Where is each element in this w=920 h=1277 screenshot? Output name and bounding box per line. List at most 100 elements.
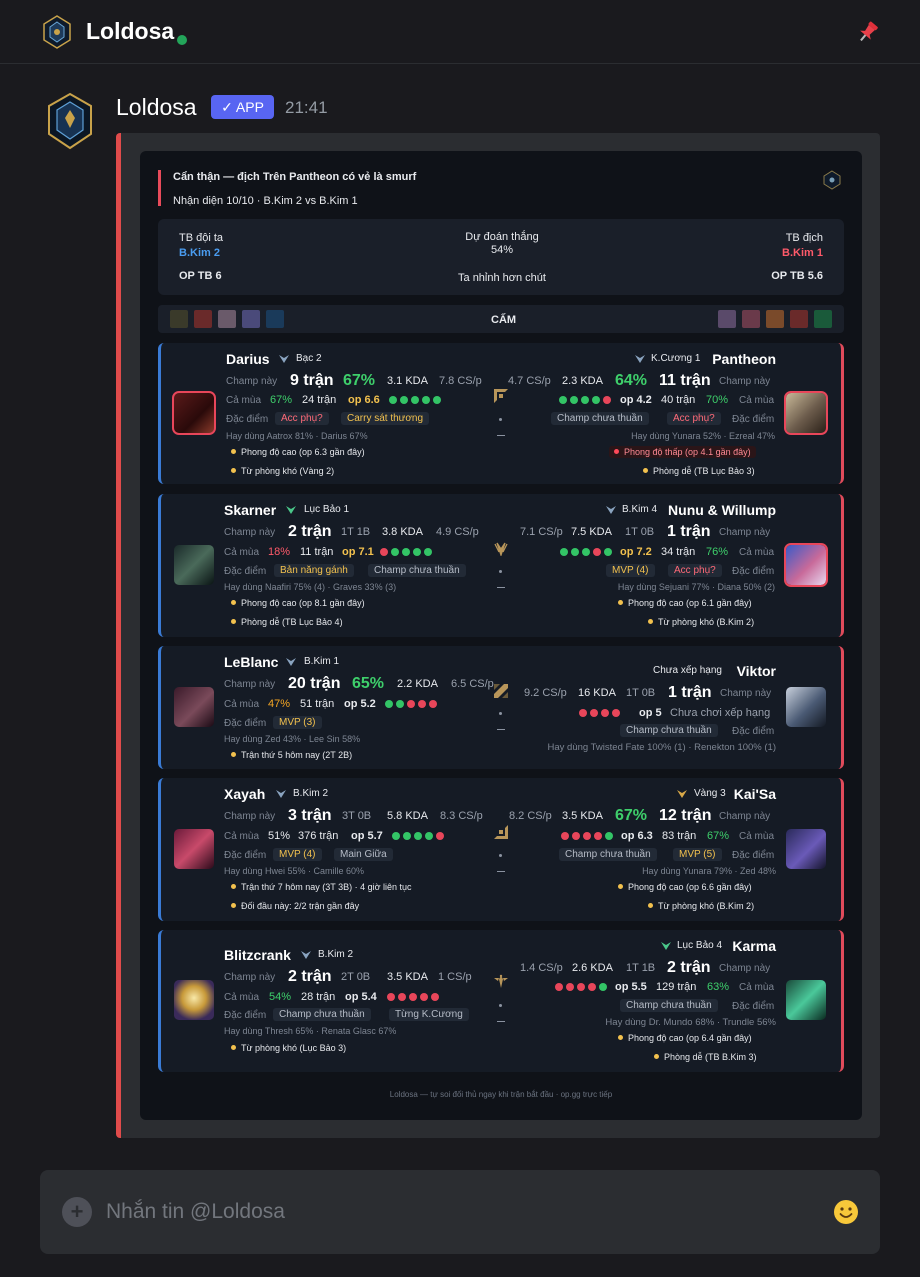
ally-champion-name: Xayah [224, 786, 266, 802]
season-label: Cả mùa [739, 547, 775, 558]
insight-note: Trận thứ 5 hôm nay (2T 2B) [231, 750, 352, 760]
enemy-avg-label: TB địch [785, 232, 823, 244]
ban-portrait [266, 310, 284, 328]
jungle-lane-icon [494, 542, 508, 556]
enemy-champion-name: Kai'Sa [733, 786, 776, 802]
enemy-rank: Vàng 3 [694, 788, 726, 799]
champ-games: 9 trận [290, 372, 334, 389]
insight-note: Phong độ cao (op 8.1 gần đây) [231, 598, 365, 608]
win-dot [396, 700, 404, 708]
loss-dot [590, 709, 598, 717]
season-games: 129 trận [656, 981, 697, 993]
season-label: Cả mùa [739, 395, 775, 406]
champ-cs: 8.3 CS/p [440, 810, 483, 822]
loss-dot [380, 548, 388, 556]
recent-form [555, 983, 607, 991]
ally-champion-name: LeBlanc [224, 654, 279, 670]
trait-label: Đặc điểm [732, 726, 775, 737]
bans-label: CẤM [491, 314, 517, 326]
insight-note: Phong độ cao (op 6.3 gần đây) [231, 447, 365, 457]
op-score: op 5.4 [345, 991, 377, 1003]
win-dot [559, 396, 567, 404]
champion-portrait-pantheon [784, 391, 828, 435]
win-dot [391, 548, 399, 556]
champ-kda: 5.8 KDA [387, 810, 428, 822]
champ-kda: 2.3 KDA [562, 375, 603, 387]
loss-dot [418, 700, 426, 708]
loss-dot [555, 983, 563, 991]
recent-form [559, 396, 611, 404]
win-dot [389, 396, 397, 404]
champ-games: 2 trận [288, 523, 332, 540]
season-winrate: 47% [268, 698, 291, 710]
champ-kda: 3.8 KDA [382, 526, 423, 538]
season-games: 34 trận [661, 546, 696, 558]
trait-label: Đặc điểm [732, 850, 775, 861]
ally-avg-label: TB đội ta [179, 232, 224, 244]
loss-dot [429, 700, 437, 708]
enemy-champion-name: Nunu & Willump [668, 502, 776, 518]
pin-icon[interactable] [855, 19, 881, 50]
season-label: Cả mùa [226, 395, 262, 406]
trait-label: Đặc điểm [732, 414, 775, 425]
ally-champion-name: Skarner [224, 502, 277, 518]
ally-rank: Lục Bảo 1 [304, 504, 350, 515]
loss-dot [593, 548, 601, 556]
emoji-picker-icon[interactable] [833, 1199, 859, 1230]
card-subtitle: Nhận diện 10/10 · B.Kim 2 vs B.Kim 1 [173, 195, 358, 207]
ally-rank: B.Kim 2 [318, 949, 354, 960]
insight-note: Từ phòng khó (Lục Bảo 3) [231, 1043, 346, 1053]
op-score: op 5.7 [351, 830, 383, 842]
champ-kda: 3.5 KDA [387, 971, 428, 983]
app-badge: ✓ APP [211, 95, 274, 119]
add-attachment-button[interactable]: + [62, 1197, 92, 1227]
loss-dot [387, 993, 395, 1001]
author-name[interactable]: Loldosa [116, 94, 197, 121]
champion-portrait-leblanc [174, 687, 214, 727]
win-dot [392, 832, 400, 840]
ally-avg-rank: B.Kim 2 [179, 247, 220, 259]
card-title: Cẩn thận — địch Trên Pantheon có vẻ là s… [173, 171, 417, 183]
trait-tag: Acc phụ? [275, 412, 329, 425]
trait-tag: MVP (4) [273, 848, 322, 861]
message-input[interactable]: Nhắn tin @Loldosa [106, 1200, 285, 1224]
champ-kda: 3.5 KDA [562, 810, 603, 822]
frequent-champs: Hay dùng Yunara 52% · Ezreal 47% [631, 431, 775, 441]
rank-icon [635, 355, 645, 363]
season-label: Cả mùa [224, 831, 260, 842]
logo-icon [823, 170, 841, 190]
trait-tag: Champ chưa thuần [620, 724, 718, 737]
loss-dot [612, 709, 620, 717]
loss-dot [420, 993, 428, 1001]
champ-cs: 9.2 CS/p [524, 687, 567, 699]
rank-icon [301, 951, 311, 959]
loss-dot [594, 832, 602, 840]
win-dot [424, 548, 432, 556]
win-dot [571, 548, 579, 556]
loss-dot [407, 700, 415, 708]
loss-dot [561, 832, 569, 840]
trait-tag: MVP (4) [606, 564, 655, 577]
champ-cs: 7.8 CS/p [439, 375, 482, 387]
ally-rank: B.Kim 1 [304, 656, 340, 667]
bottom-lane-icon [494, 825, 508, 839]
separator-dash [497, 871, 505, 872]
season-games: 24 trận [302, 394, 337, 406]
win-prediction-value: 54% [490, 244, 514, 256]
author-avatar[interactable] [46, 92, 94, 155]
champ-kda: 2.6 KDA [572, 962, 613, 974]
win-dot [582, 548, 590, 556]
insight-note: Phong độ cao (op 6.6 gần đây) [618, 882, 752, 892]
win-dot [385, 700, 393, 708]
champ-cs: 1.4 CS/p [520, 962, 563, 974]
win-dot [433, 396, 441, 404]
message-timestamp: 21:41 [285, 98, 328, 117]
loss-dot [436, 832, 444, 840]
champ-cs: 4.9 CS/p [436, 526, 479, 538]
op-score: op 7.2 [620, 546, 652, 558]
recent-form [387, 993, 439, 1001]
loss-dot [603, 396, 611, 404]
ban-portrait [242, 310, 260, 328]
champion-portrait-nunu [784, 543, 828, 587]
champ-games: 12 trận [659, 807, 712, 824]
